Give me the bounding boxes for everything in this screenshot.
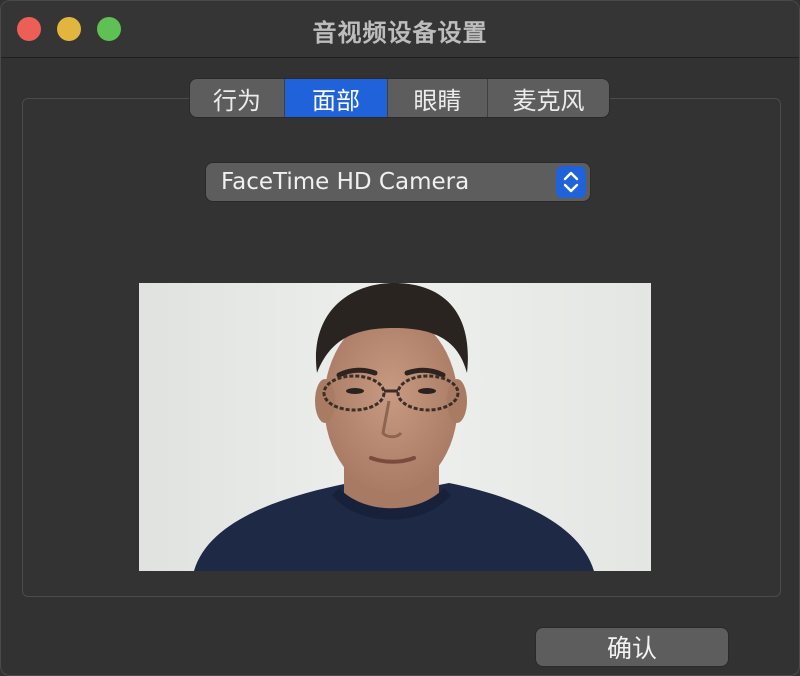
settings-window: 音视频设备设置 行为 面部 眼睛 麦克风 FaceTime HD Camera [0, 0, 800, 676]
camera-preview [139, 283, 651, 571]
camera-select[interactable]: FaceTime HD Camera [206, 163, 590, 201]
tab-eyes[interactable]: 眼睛 [388, 79, 488, 117]
confirm-button[interactable]: 确认 [536, 628, 728, 666]
tab-behavior[interactable]: 行为 [190, 79, 285, 117]
camera-select-value: FaceTime HD Camera [221, 169, 470, 195]
camera-preview-image [139, 283, 651, 571]
tab-microphone[interactable]: 麦克风 [488, 79, 609, 117]
tab-face[interactable]: 面部 [285, 79, 388, 117]
title-bar: 音视频设备设置 [1, 1, 799, 58]
window-title: 音视频设备设置 [312, 19, 488, 47]
tab-bar: 行为 面部 眼睛 麦克风 [190, 79, 609, 117]
chevron-up-down-icon[interactable] [556, 166, 586, 198]
